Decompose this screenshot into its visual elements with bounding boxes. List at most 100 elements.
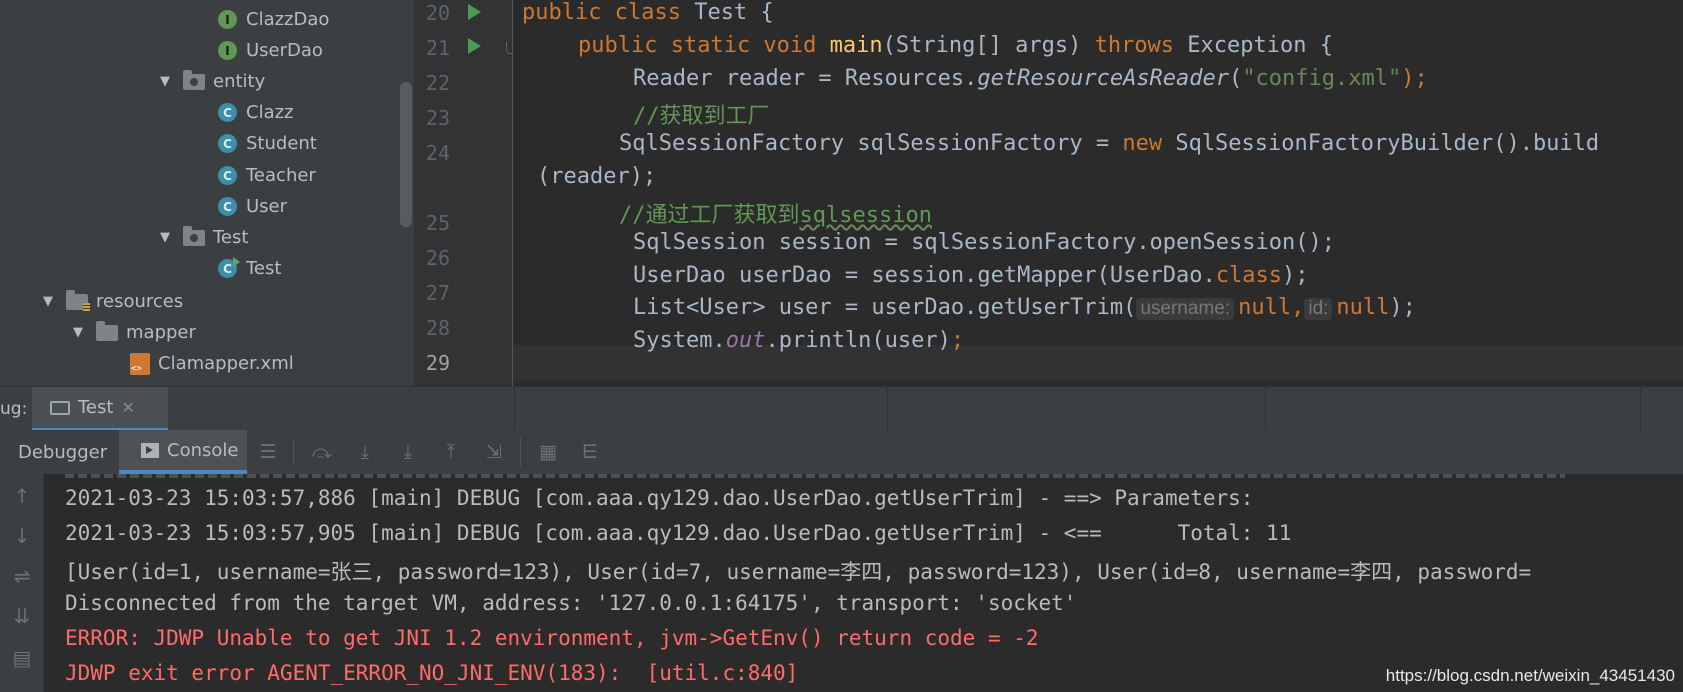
- code-line-24: SqlSessionFactory sqlSessionFactory = ne…: [619, 131, 1600, 156]
- force-step-into-icon[interactable]: ⤓: [396, 440, 420, 464]
- layout-menu-icon[interactable]: ☰: [256, 440, 280, 464]
- close-icon[interactable]: ✕: [121, 398, 134, 417]
- step-into-icon[interactable]: ⤓: [353, 440, 377, 464]
- line-number: 23: [425, 106, 450, 130]
- console-line: [User(id=1, username=张三, password=123), …: [65, 560, 1532, 584]
- param-hint: id:: [1304, 298, 1333, 320]
- tab-label: Debugger: [18, 441, 108, 463]
- code-line-27: UserDao userDao = session.getMapper(User…: [633, 263, 1309, 288]
- step-over-icon[interactable]: ⤼: [310, 440, 334, 464]
- code-line-24-wrap: (reader);: [537, 164, 657, 189]
- line-number: 28: [425, 316, 450, 340]
- tree-item-test-class[interactable]: C Test: [218, 253, 281, 284]
- window-icon: [50, 400, 70, 415]
- code-line-21: public static void main(String[] args) t…: [578, 33, 1334, 58]
- clipped-previous-line: [65, 474, 1565, 478]
- class-icon: C: [218, 197, 237, 216]
- scroll-to-end-icon[interactable]: ⇊: [10, 604, 34, 628]
- divider: [514, 387, 515, 431]
- expand-arrow-icon[interactable]: ▼: [157, 74, 173, 89]
- tree-item-clazzdao[interactable]: I ClazzDao: [218, 4, 329, 35]
- tab-test-session[interactable]: Test ✕: [32, 387, 168, 431]
- run-main-icon[interactable]: [468, 38, 481, 54]
- soft-wrap-icon[interactable]: ⇌: [10, 564, 34, 588]
- tree-item-user[interactable]: C User: [218, 191, 287, 222]
- console-output[interactable]: 2021-03-23 15:03:57,886 [main] DEBUG [co…: [44, 474, 1683, 692]
- down-arrow-icon[interactable]: ↓: [10, 524, 34, 548]
- watermark: https://blog.csdn.net/weixin_43451430: [1385, 666, 1675, 685]
- console-line: 2021-03-23 15:03:57,886 [main] DEBUG [co…: [65, 486, 1267, 510]
- console-line: Disconnected from the target VM, address…: [65, 591, 1077, 615]
- expand-arrow-icon[interactable]: ▼: [40, 294, 56, 309]
- expand-arrow-icon[interactable]: ▼: [157, 230, 173, 245]
- expand-arrow-icon[interactable]: ▼: [70, 325, 86, 340]
- tree-item-label: Clamapper.xml: [158, 353, 294, 374]
- divider: [1265, 387, 1266, 431]
- runnable-class-icon: C: [218, 257, 240, 278]
- tree-item-entity[interactable]: ▼ entity: [157, 66, 265, 97]
- console-error-line: JDWP exit error AGENT_ERROR_NO_JNI_ENV(1…: [65, 661, 799, 685]
- debug-tool-window-header: ug: Test ✕: [0, 386, 1683, 431]
- tree-item-label: Teacher: [246, 165, 316, 186]
- tree-item-clazz[interactable]: C Clazz: [218, 97, 294, 128]
- tree-item-label: mapper: [126, 322, 196, 343]
- code-editor[interactable]: public class Test { public static void m…: [513, 0, 1683, 386]
- evaluate-expression-icon[interactable]: ▦: [536, 440, 560, 464]
- run-to-cursor-icon[interactable]: ⇲: [482, 440, 506, 464]
- package-folder-icon: [183, 69, 205, 90]
- tree-item-label: resources: [96, 291, 184, 312]
- tree-item-label: UserDao: [246, 40, 323, 61]
- divider: [1640, 387, 1641, 431]
- tree-item-label: Test: [246, 258, 282, 279]
- project-tree: I ClazzDao I UserDao ▼ entity C Clazz C …: [0, 0, 414, 386]
- tab-debugger[interactable]: Debugger: [0, 430, 118, 474]
- line-number-current: 29: [425, 351, 450, 375]
- line-number: 20: [425, 1, 450, 25]
- tab-console[interactable]: Console: [119, 430, 247, 474]
- up-arrow-icon[interactable]: ↑: [10, 484, 34, 508]
- line-number: 21: [425, 36, 450, 60]
- console-error-line: ERROR: JDWP Unable to get JNI 1.2 enviro…: [65, 626, 1039, 650]
- console-toolbar: ↑ ↓ ⇌ ⇊ ▤: [0, 474, 44, 692]
- class-icon: C: [218, 166, 237, 185]
- line-number: 27: [425, 281, 450, 305]
- tab-label: Test: [78, 397, 114, 418]
- package-folder-icon: [183, 225, 205, 246]
- tree-item-label: entity: [213, 71, 266, 92]
- code-line-26: SqlSession session = sqlSessionFactory.o…: [633, 230, 1335, 255]
- tree-item-label: Test: [213, 227, 249, 248]
- divider: [887, 387, 888, 431]
- print-icon[interactable]: ▤: [10, 646, 34, 670]
- code-line-29: System.out.println(user);: [633, 328, 965, 353]
- divider: [520, 438, 521, 466]
- code-line-23: //获取到工厂: [633, 104, 770, 129]
- tree-item-clamapper-xml[interactable]: Clamapper.xml: [130, 348, 294, 379]
- run-class-icon[interactable]: [468, 4, 481, 20]
- step-out-icon[interactable]: ⤒: [439, 440, 463, 464]
- tree-item-student[interactable]: C Student: [218, 128, 317, 159]
- code-line-22: Reader reader = Resources.getResourceAsR…: [633, 66, 1428, 91]
- divider: [293, 438, 294, 466]
- tree-scrollbar[interactable]: [400, 82, 412, 227]
- class-icon: C: [218, 103, 237, 122]
- tree-item-teacher[interactable]: C Teacher: [218, 160, 316, 191]
- class-icon: C: [218, 134, 237, 153]
- trace-stream-icon[interactable]: ⋿: [578, 440, 602, 464]
- debug-label: ug:: [0, 399, 28, 419]
- resources-folder-icon: [66, 289, 90, 312]
- code-line-20: public class Test {: [522, 0, 774, 25]
- debugger-toolbar: Debugger Console ☰ ⤼ ⤓ ⤓ ⤒ ⇲ ▦ ⋿: [0, 430, 1683, 475]
- console-icon: [141, 442, 159, 458]
- code-line-25: //通过工厂获取到sqlsession: [619, 203, 932, 228]
- line-number: 26: [425, 246, 450, 270]
- console-line: 2021-03-23 15:03:57,905 [main] DEBUG [co…: [65, 521, 1292, 545]
- tree-item-label: User: [246, 196, 288, 217]
- tree-item-test-package[interactable]: ▼ Test: [157, 222, 248, 253]
- tree-item-mapper[interactable]: ▼ mapper: [70, 317, 196, 348]
- folder-icon: [96, 320, 118, 341]
- interface-icon: I: [218, 41, 237, 60]
- tree-item-resources[interactable]: ▼ resources: [40, 286, 183, 317]
- tree-item-userdao[interactable]: I UserDao: [218, 35, 323, 66]
- tree-item-label: ClazzDao: [246, 9, 330, 30]
- param-hint: username:: [1136, 298, 1235, 320]
